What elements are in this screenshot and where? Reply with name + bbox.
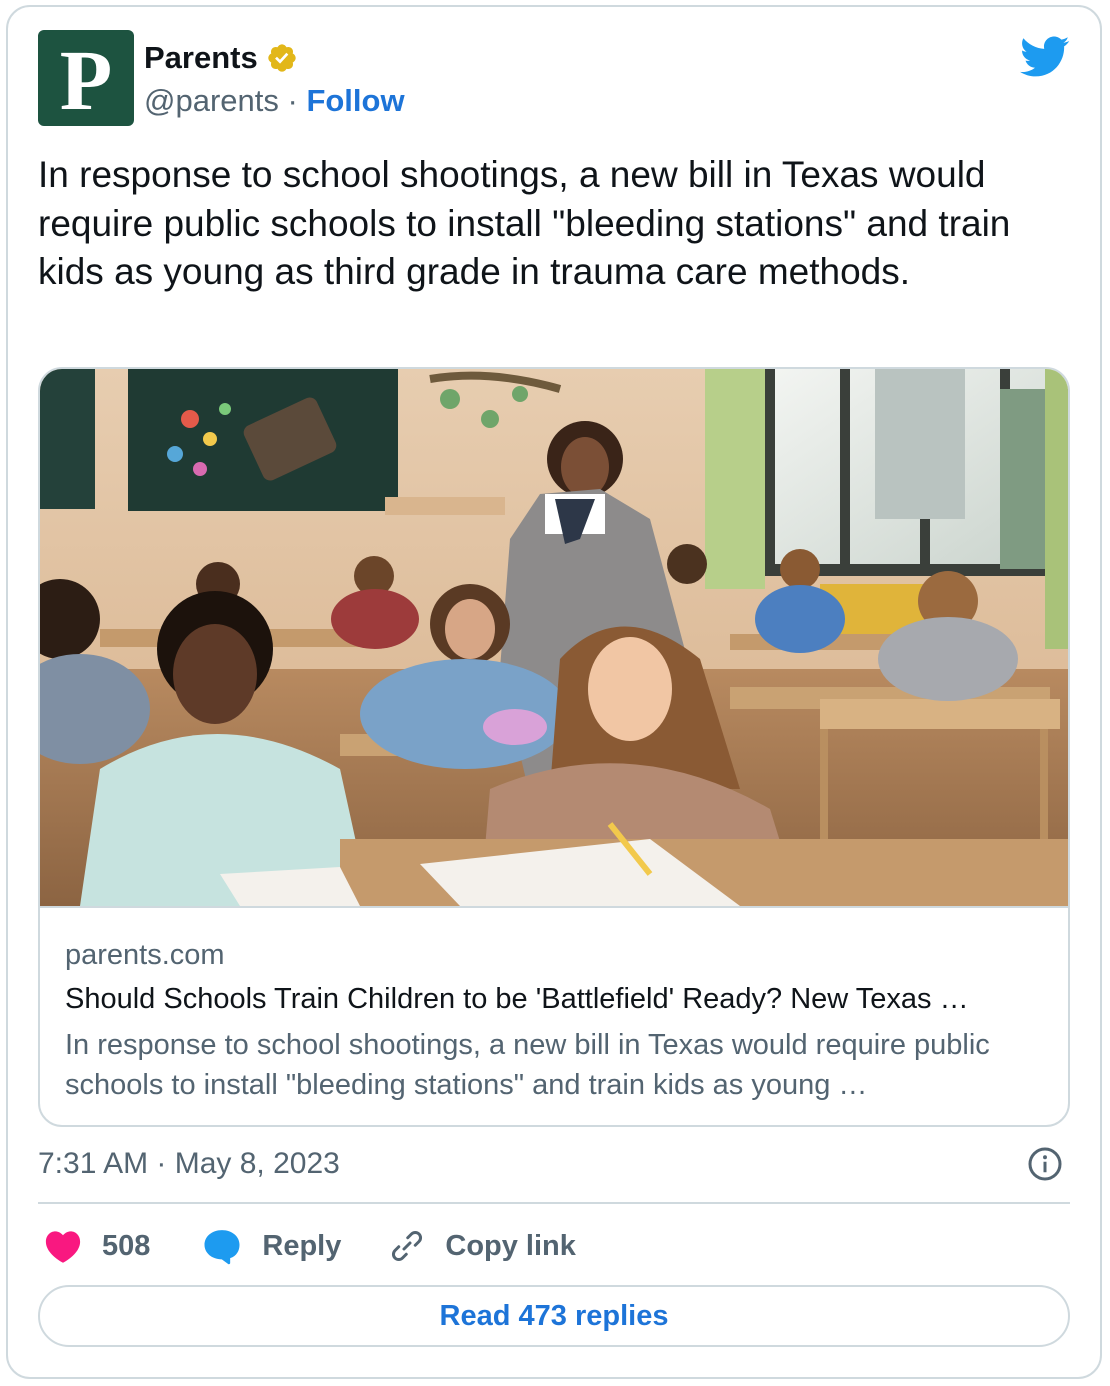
display-name[interactable]: Parents — [144, 40, 258, 76]
twitter-bird-icon[interactable] — [1020, 36, 1070, 78]
link-domain[interactable]: parents.com — [65, 938, 225, 972]
action-bar: 508 Reply Copy link — [38, 1226, 576, 1266]
read-replies-button[interactable]: Read 473 replies — [38, 1285, 1070, 1347]
verified-badge-icon — [268, 44, 296, 72]
info-icon[interactable] — [1027, 1146, 1063, 1182]
link-preview-card[interactable]: parents.com Should Schools Train Childre… — [38, 367, 1070, 1127]
link-description[interactable]: In response to school shootings, a new b… — [65, 1025, 1045, 1105]
reply-label: Reply — [262, 1230, 342, 1262]
tweet-text: In response to school shootings, a new b… — [38, 154, 1011, 292]
divider — [38, 1202, 1070, 1204]
link-icon — [392, 1230, 423, 1262]
avatar-letter: P — [59, 32, 113, 128]
tweet-timestamp[interactable]: 7:31 AM · May 8, 2023 — [38, 1146, 340, 1182]
heart-icon — [45, 1231, 81, 1263]
like-button[interactable]: 508 — [38, 1228, 150, 1264]
handle-row: @parents · Follow — [144, 83, 405, 119]
author-name-row[interactable]: Parents — [144, 40, 298, 76]
reply-button[interactable]: Reply — [150, 1227, 341, 1265]
link-meta[interactable]: parents.com Should Schools Train Childre… — [40, 906, 1068, 1125]
avatar[interactable]: P — [38, 30, 134, 126]
classroom-photo[interactable] — [40, 369, 1068, 906]
speech-bubble-icon — [204, 1230, 240, 1265]
copy-link-button[interactable]: Copy link — [341, 1228, 576, 1264]
link-title[interactable]: Should Schools Train Children to be 'Bat… — [65, 982, 1045, 1016]
follow-button[interactable]: Follow — [306, 83, 404, 118]
copy-link-label: Copy link — [445, 1230, 576, 1262]
separator: · — [278, 83, 307, 118]
like-count: 508 — [102, 1230, 151, 1262]
handle[interactable]: @parents — [144, 83, 279, 118]
